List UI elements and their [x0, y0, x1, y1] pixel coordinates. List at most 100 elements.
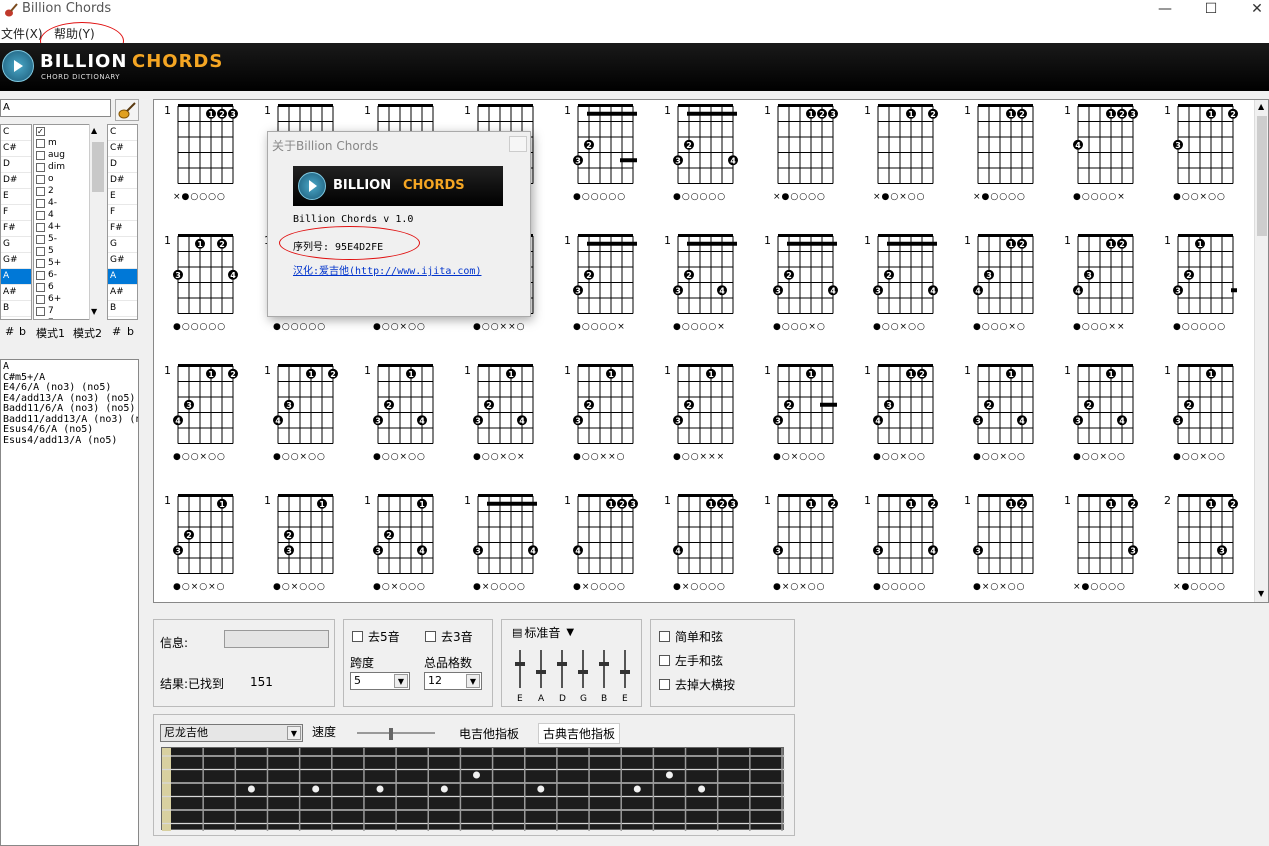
right-note-item[interactable]: E — [108, 189, 137, 205]
left-note-item[interactable]: D — [1, 157, 31, 173]
chord-diagram[interactable]: 1 1 2 3 4 ●○○×○○ — [954, 360, 1054, 490]
left-hand-checkbox[interactable]: 左手和弦 — [659, 652, 723, 669]
chord-type-checkbox[interactable] — [36, 138, 45, 148]
chord-type-checkbox[interactable] — [36, 306, 45, 316]
chord-result-item[interactable]: Badd11/6/A (no3) (no5) — [3, 403, 138, 415]
chord-type-checkbox[interactable] — [36, 162, 45, 172]
chord-diagram[interactable]: 1 1 2 3 4 ●○○×○× — [454, 360, 554, 490]
chord-type-checkbox[interactable] — [36, 282, 45, 292]
tab-sharp-left[interactable]: # — [5, 325, 14, 338]
chord-diagram[interactable]: 1 1 2 3 ●○○○○○ — [1154, 230, 1254, 360]
chord-diagram[interactable]: 2 1 2 3 ×●○○○○ — [1154, 490, 1254, 602]
chord-diagram[interactable]: 1 1 2 3 4 ●○○○○○ — [154, 230, 254, 360]
classical-fretboard-tab[interactable]: 古典吉他指板 — [538, 723, 621, 744]
chord-diagram[interactable]: 1 1 2 3 ●○○××○ — [554, 360, 654, 490]
menu-file[interactable]: 文件(X) — [1, 25, 43, 42]
chord-diagram[interactable]: 1 1 2 ×●○×○○ — [854, 100, 954, 230]
chord-diagram[interactable]: 1 1 2 3 4 ●○○×○○ — [254, 360, 354, 490]
right-note-item[interactable]: D — [108, 157, 137, 173]
dialog-credit-link[interactable]: 汉化:爱吉他(http://www.ijita.com) — [293, 262, 481, 277]
chord-results-list[interactable]: A C#m5+/A E4/6/A (no3) (no5) E4/add13/A (no… — [0, 359, 139, 846]
tuning-slider[interactable] — [598, 650, 610, 690]
chord-type-checkbox[interactable] — [36, 150, 45, 160]
guitar-type-select[interactable]: 尼龙吉他 ▼ — [160, 724, 303, 742]
left-note-item[interactable]: A — [1, 269, 31, 285]
chord-diagram[interactable]: 1 1 2 3 ×●○○○○ — [754, 100, 854, 230]
scroll-thumb[interactable] — [1257, 116, 1267, 236]
maximize-button[interactable]: ☐ — [1188, 0, 1234, 22]
chord-result-item[interactable]: Esus4/6/A (no5) — [3, 424, 138, 436]
chord-diagram[interactable]: 1 1 2 3 ●×○×○○ — [954, 490, 1054, 602]
chord-type-scrollbar[interactable]: ▲ ▼ — [89, 124, 105, 320]
chord-diagram[interactable]: 1 2 3 4 ●○○○○○ — [654, 100, 754, 230]
left-note-item[interactable]: A# — [1, 285, 31, 301]
chord-diagram[interactable]: 1 2 3 ●○○○○× — [554, 230, 654, 360]
chord-diagram[interactable]: 1 1 2 3 4 ●○×○○○ — [354, 490, 454, 602]
chord-diagram[interactable]: 1 1 2 3 4 ●×○○○○ — [554, 490, 654, 602]
chord-diagram[interactable]: 1 1 2 3 ●○○×○○ — [1154, 100, 1254, 230]
speed-slider[interactable] — [357, 728, 435, 740]
chord-type-checkbox[interactable] — [36, 186, 45, 196]
right-note-item[interactable]: F# — [108, 221, 137, 237]
chord-result-item[interactable]: E4/6/A (no3) (no5) — [3, 382, 138, 394]
right-note-item[interactable]: D# — [108, 173, 137, 189]
chord-type-checkbox[interactable] — [36, 270, 45, 280]
chord-diagram[interactable]: 1 1 2 3 ●○×○○○ — [754, 360, 854, 490]
right-note-item[interactable]: A — [108, 269, 137, 285]
chord-diagram[interactable]: 1 1 2 3 4 ●×○○○○ — [654, 490, 754, 602]
chord-type-checkbox[interactable] — [36, 318, 45, 319]
chord-diagram[interactable]: 1 2 3 ●○○○○○ — [554, 100, 654, 230]
chord-diagram[interactable]: 1 3 4 ●×○○○○ — [454, 490, 554, 602]
chords-scrollbar[interactable]: ▲ ▼ — [1254, 100, 1268, 602]
electric-fretboard-tab[interactable]: 电吉他指板 — [459, 725, 519, 742]
no5-checkbox[interactable]: 去5音 — [352, 628, 400, 645]
chord-type-checkbox[interactable] — [36, 174, 45, 184]
chord-diagram[interactable]: 1 1 2 3 4 ●○○×○○ — [154, 360, 254, 490]
chord-result-item[interactable]: Esus4/add13/A (no5) — [3, 435, 138, 447]
right-note-item[interactable]: G — [108, 237, 137, 253]
chord-diagram[interactable]: 1 1 2 3 ●○○×○○ — [1154, 360, 1254, 490]
chord-diagram[interactable]: 1 1 2 3 ●○×○×○ — [154, 490, 254, 602]
tab-flat-left[interactable]: b — [19, 325, 26, 338]
left-note-item[interactable]: G# — [1, 253, 31, 269]
note-list-right[interactable]: C C# D D# E F F# G G# A A# B — [107, 124, 138, 320]
tuning-slider[interactable] — [619, 650, 631, 690]
chord-diagram[interactable]: 1 1 2 3 4 ●○○○○× — [1054, 100, 1154, 230]
note-list-left[interactable]: C C# D D# E F F# G G# A A# B — [0, 124, 32, 320]
right-note-item[interactable]: C — [108, 125, 137, 141]
remove-barre-checkbox[interactable]: 去掉大横按 — [659, 676, 735, 693]
simple-chord-checkbox[interactable]: 简单和弦 — [659, 628, 723, 645]
left-note-item[interactable]: B — [1, 301, 31, 317]
right-note-item[interactable]: G# — [108, 253, 137, 269]
chord-type-checkbox[interactable] — [36, 294, 45, 304]
scroll-thumb[interactable] — [92, 142, 104, 192]
tuning-slider[interactable] — [535, 650, 547, 690]
left-note-item[interactable]: G — [1, 237, 31, 253]
tab-mode2[interactable]: 模式2 — [73, 325, 102, 341]
chord-diagram[interactable]: 1 2 3 4 ●○○○×○ — [754, 230, 854, 360]
scroll-up-icon[interactable]: ▲ — [91, 126, 97, 135]
no3-checkbox[interactable]: 去3音 — [425, 628, 473, 645]
chord-type-checkbox[interactable] — [36, 222, 45, 232]
chord-diagram[interactable]: 1 1 2 3 ×●○○○○ — [154, 100, 254, 230]
close-button[interactable]: ✕ — [1234, 0, 1269, 22]
left-note-item[interactable]: F# — [1, 221, 31, 237]
tuning-slider[interactable] — [514, 650, 526, 690]
chord-diagram[interactable]: 1 1 2 3 ●×○×○○ — [754, 490, 854, 602]
chord-diagram[interactable]: 1 1 2 3 4 ●○○○○○ — [854, 490, 954, 602]
left-note-item[interactable]: C# — [1, 141, 31, 157]
chord-type-checkbox[interactable] — [36, 126, 45, 136]
fretboard-display[interactable] — [161, 747, 785, 831]
tab-sharp-right[interactable]: # — [112, 325, 121, 338]
dialog-close-button[interactable] — [509, 136, 527, 152]
chord-diagram[interactable]: 1 1 2 3 ●○○××× — [654, 360, 754, 490]
scroll-down-icon[interactable]: ▼ — [91, 307, 97, 316]
chord-diagram[interactable]: 1 1 2 3 ×●○○○○ — [1054, 490, 1154, 602]
chord-type-checkbox[interactable] — [36, 234, 45, 244]
right-note-item[interactable]: F — [108, 205, 137, 221]
right-note-item[interactable]: A# — [108, 285, 137, 301]
chord-diagram[interactable]: 1 1 2 3 4 ●○○○×○ — [954, 230, 1054, 360]
tab-mode1[interactable]: 模式1 — [36, 325, 65, 341]
chord-diagram[interactable]: 1 1 2 3 4 ●○○×○○ — [1054, 360, 1154, 490]
chord-diagram[interactable]: 1 1 2 3 4 ●○○○×× — [1054, 230, 1154, 360]
